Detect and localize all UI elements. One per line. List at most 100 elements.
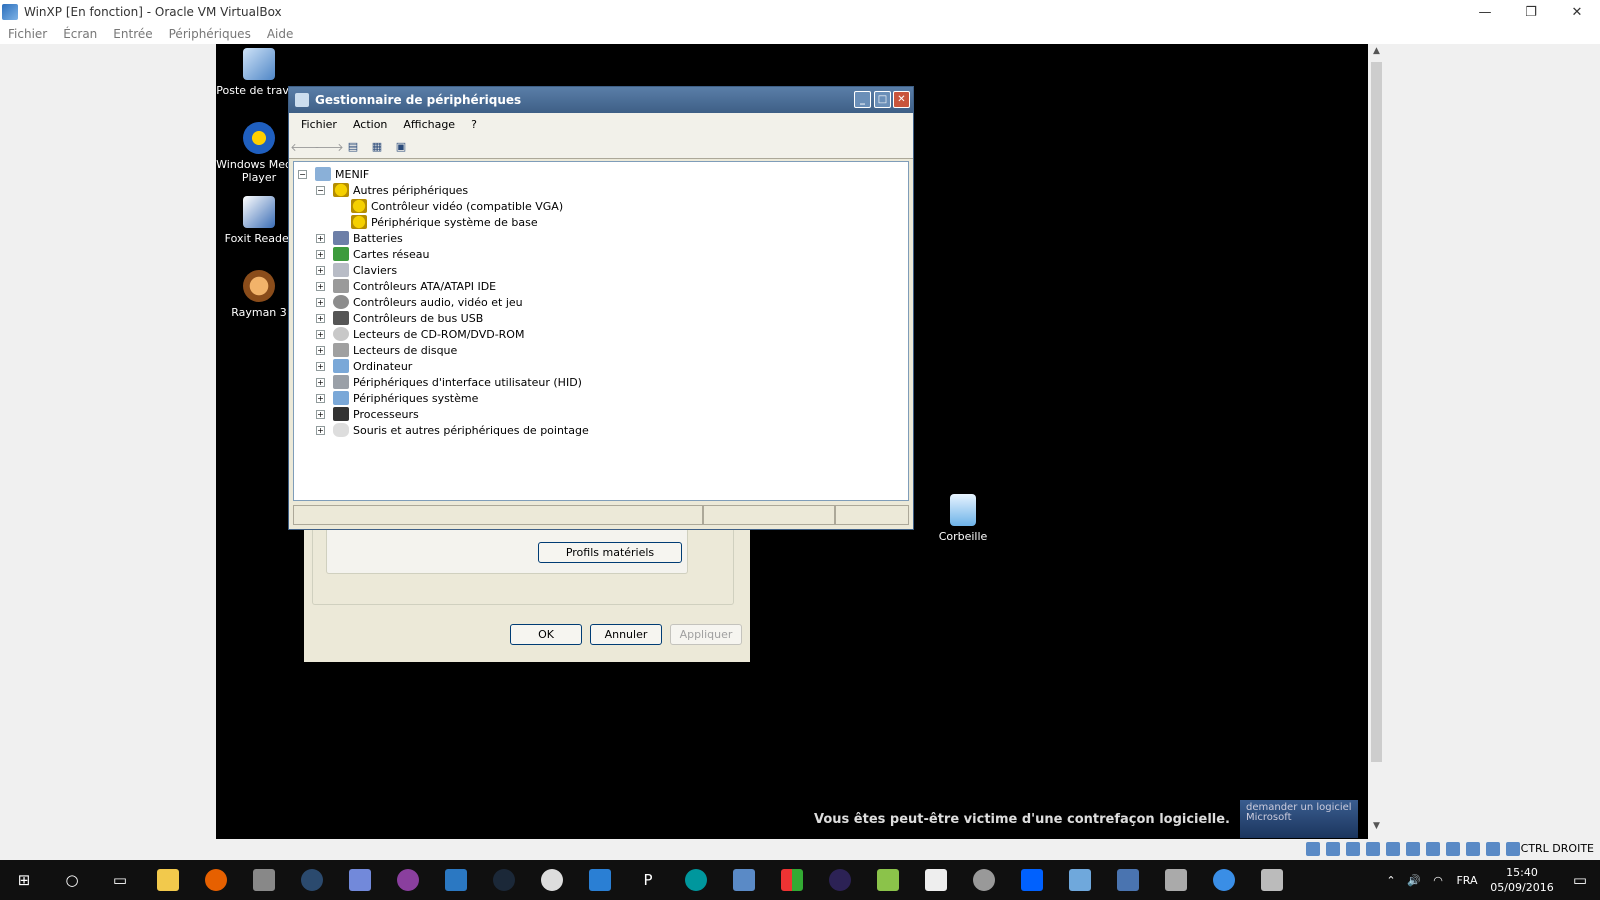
network-icon[interactable] — [1366, 842, 1380, 856]
file-explorer-icon[interactable] — [144, 860, 192, 900]
expand-icon[interactable]: + — [316, 361, 325, 371]
usb-icon[interactable] — [1386, 842, 1400, 856]
eclipse-icon[interactable] — [816, 860, 864, 900]
visual-studio-icon[interactable] — [432, 860, 480, 900]
expand-icon[interactable]: + — [316, 409, 325, 419]
dm-menu-fichier[interactable]: Fichier — [293, 118, 345, 131]
app-icon[interactable] — [1248, 860, 1296, 900]
audio-icon[interactable] — [1346, 842, 1360, 856]
mouse-integration-icon[interactable] — [1486, 842, 1500, 856]
tree-category[interactable]: + Souris et autres périphériques de point… — [316, 422, 589, 438]
tree-root[interactable]: − MENIF — [298, 166, 369, 182]
app-icon[interactable] — [768, 860, 816, 900]
optical-drive-icon[interactable] — [1326, 842, 1340, 856]
tree-category[interactable]: + Claviers — [316, 262, 397, 278]
notification-icon[interactable]: ▭ — [1560, 871, 1600, 889]
guest-screen[interactable]: Poste de travail Windows Media Player Fo… — [216, 44, 1368, 839]
shared-folders-icon[interactable] — [1406, 842, 1420, 856]
vbox-vertical-scrollbar[interactable]: ▲ ▼ — [1368, 44, 1385, 839]
tree-other-devices[interactable]: − Autres périphériques — [316, 182, 468, 198]
properties-icon[interactable]: ▦ — [367, 138, 387, 156]
vbox-menu-peripheriques[interactable]: Périphériques — [161, 27, 259, 41]
tree-category[interactable]: + Processeurs — [316, 406, 419, 422]
restore-button[interactable]: ❐ — [1508, 0, 1554, 24]
device-manager-title-bar[interactable]: Gestionnaire de périphériques _ □ ✕ — [289, 87, 913, 113]
tree-category[interactable]: + Contrôleurs audio, vidéo et jeu — [316, 294, 523, 310]
show-hide-tree-icon[interactable]: ▤ — [343, 138, 363, 156]
wifi-icon[interactable]: ◠ — [1426, 874, 1450, 887]
expand-icon[interactable]: + — [316, 233, 325, 243]
expand-icon[interactable]: + — [316, 425, 325, 435]
language-indicator[interactable]: FRA — [1450, 874, 1484, 887]
dm-menu-help[interactable]: ? — [463, 118, 485, 131]
expand-icon[interactable]: + — [316, 265, 325, 275]
app-icon[interactable] — [240, 860, 288, 900]
tree-category[interactable]: + Lecteurs de CD-ROM/DVD-ROM — [316, 326, 524, 342]
dropbox-icon[interactable] — [1008, 860, 1056, 900]
app-icon[interactable] — [1200, 860, 1248, 900]
tree-category[interactable]: + Contrôleurs de bus USB — [316, 310, 483, 326]
tree-base-system-device[interactable]: Périphérique système de base — [351, 214, 538, 230]
scroll-up-icon[interactable]: ▲ — [1368, 46, 1385, 62]
virtualbox-icon[interactable] — [720, 860, 768, 900]
tree-category[interactable]: + Lecteurs de disque — [316, 342, 457, 358]
gog-icon[interactable] — [384, 860, 432, 900]
hard-disk-icon[interactable] — [1306, 842, 1320, 856]
help-icon[interactable]: ▣ — [391, 138, 411, 156]
scroll-down-icon[interactable]: ▼ — [1368, 821, 1385, 837]
close-button[interactable]: ✕ — [1554, 0, 1600, 24]
vbox-menu-aide[interactable]: Aide — [259, 27, 302, 41]
uplay-icon[interactable] — [576, 860, 624, 900]
search-icon[interactable]: ○ — [48, 860, 96, 900]
notepad-plus-icon[interactable] — [864, 860, 912, 900]
expand-icon[interactable]: + — [316, 313, 325, 323]
dm-close-button[interactable]: ✕ — [893, 91, 910, 108]
tree-category[interactable]: + Contrôleurs ATA/ATAPI IDE — [316, 278, 496, 294]
tree-category[interactable]: + Périphériques d'interface utilisateur (… — [316, 374, 582, 390]
app-icon[interactable] — [1152, 860, 1200, 900]
arduino-icon[interactable] — [672, 860, 720, 900]
device-tree[interactable]: − MENIF − Autres périphériques Contrôleu… — [293, 161, 909, 501]
ok-button[interactable]: OK — [510, 624, 582, 645]
collapse-icon[interactable]: − — [298, 169, 307, 179]
minimize-button[interactable]: — — [1462, 0, 1508, 24]
app-icon[interactable] — [288, 860, 336, 900]
p-app-icon[interactable]: P — [624, 860, 672, 900]
expand-icon[interactable]: + — [316, 281, 325, 291]
display-icon[interactable] — [1426, 842, 1440, 856]
tree-category[interactable]: + Périphériques système — [316, 390, 478, 406]
app-icon[interactable] — [1056, 860, 1104, 900]
notepad-icon[interactable] — [912, 860, 960, 900]
desktop-icon-recycle-bin[interactable]: Corbeille — [920, 494, 1006, 543]
cancel-button[interactable]: Annuler — [590, 624, 662, 645]
task-view-icon[interactable]: ▭ — [96, 860, 144, 900]
chevron-up-icon[interactable]: ⌃ — [1380, 874, 1402, 887]
vbox-menu-fichier[interactable]: Fichier — [0, 27, 55, 41]
forward-arrow-icon[interactable]: 🡒 — [314, 138, 344, 156]
discord-icon[interactable] — [336, 860, 384, 900]
expand-icon[interactable]: + — [316, 329, 325, 339]
vbox-menu-ecran[interactable]: Écran — [55, 27, 105, 41]
tree-category[interactable]: + Cartes réseau — [316, 246, 430, 262]
hardware-profiles-button[interactable]: Profils matériels — [538, 542, 682, 563]
keyboard-icon[interactable] — [1506, 842, 1520, 856]
firefox-icon[interactable] — [192, 860, 240, 900]
dm-maximize-button[interactable]: □ — [874, 91, 891, 108]
microsoft-badge[interactable]: demander un logiciel Microsoft — [1240, 800, 1358, 838]
app-icon[interactable] — [528, 860, 576, 900]
apply-button[interactable]: Appliquer — [670, 624, 742, 645]
clock[interactable]: 15:40 05/09/2016 — [1484, 865, 1560, 895]
expand-icon[interactable]: + — [316, 249, 325, 259]
tree-category[interactable]: + Batteries — [316, 230, 403, 246]
tree-vga-controller[interactable]: Contrôleur vidéo (compatible VGA) — [351, 198, 563, 214]
tree-category[interactable]: + Ordinateur — [316, 358, 412, 374]
virtualbox-icon[interactable] — [1104, 860, 1152, 900]
scroll-thumb[interactable] — [1371, 62, 1382, 762]
dm-minimize-button[interactable]: _ — [854, 91, 871, 108]
dm-menu-affichage[interactable]: Affichage — [395, 118, 463, 131]
back-arrow-icon[interactable]: 🡐 — [290, 138, 320, 156]
collapse-icon[interactable]: − — [316, 185, 325, 195]
cpu-icon[interactable] — [1466, 842, 1480, 856]
dm-menu-action[interactable]: Action — [345, 118, 395, 131]
app-icon[interactable] — [960, 860, 1008, 900]
